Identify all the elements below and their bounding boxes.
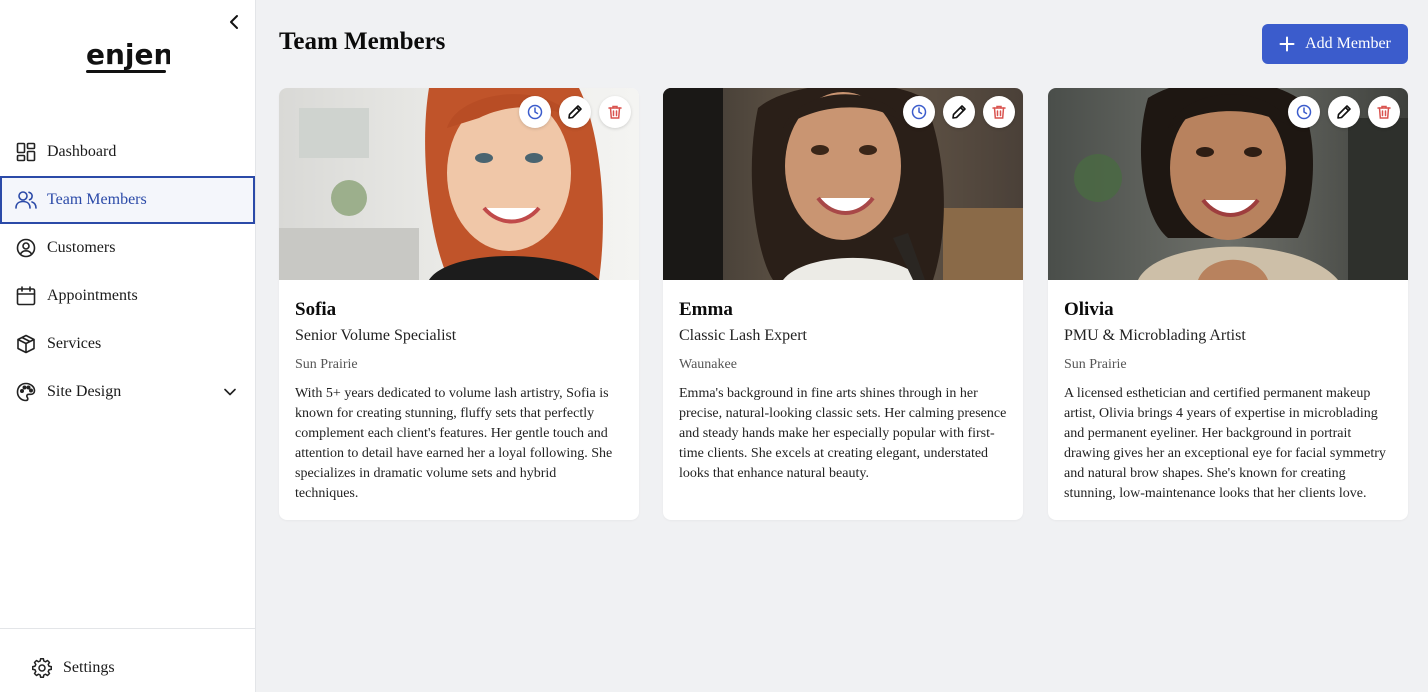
trash-icon bbox=[1377, 105, 1391, 119]
dashboard-grid-icon bbox=[15, 141, 37, 163]
palette-icon bbox=[15, 381, 37, 403]
users-icon bbox=[15, 189, 37, 211]
schedule-button[interactable] bbox=[1288, 96, 1320, 128]
schedule-button[interactable] bbox=[519, 96, 551, 128]
sidebar-item-label: Customers bbox=[47, 239, 116, 256]
sidebar: enjen Dashboard Team Members Customers A… bbox=[0, 0, 256, 692]
delete-button[interactable] bbox=[599, 96, 631, 128]
calendar-icon bbox=[15, 285, 37, 307]
add-member-label: Add Member bbox=[1305, 35, 1391, 52]
chevron-left-icon bbox=[230, 15, 238, 29]
member-name: Olivia bbox=[1064, 299, 1114, 320]
member-role: Senior Volume Specialist bbox=[295, 327, 457, 344]
pencil-icon bbox=[1337, 105, 1351, 119]
member-role: Classic Lash Expert bbox=[679, 327, 807, 344]
team-members-grid: Sofia Senior Volume Specialist Sun Prair… bbox=[279, 88, 1408, 520]
edit-button[interactable] bbox=[1328, 96, 1360, 128]
package-icon bbox=[15, 333, 37, 355]
sidebar-item-customers[interactable]: Customers bbox=[0, 224, 256, 272]
member-photo bbox=[1048, 88, 1408, 280]
edit-button[interactable] bbox=[943, 96, 975, 128]
sidebar-nav: Dashboard Team Members Customers Appoint… bbox=[0, 128, 256, 416]
member-card-emma: Emma Classic Lash Expert Waunakee Emma's… bbox=[663, 88, 1023, 520]
member-card-sofia: Sofia Senior Volume Specialist Sun Prair… bbox=[279, 88, 639, 520]
brand-logo[interactable]: enjen bbox=[86, 36, 173, 76]
logo-text: enjen bbox=[86, 38, 170, 71]
clock-icon bbox=[1296, 104, 1312, 120]
member-bio: With 5+ years dedicated to volume lash a… bbox=[295, 386, 613, 501]
member-info: Sofia Senior Volume Specialist Sun Prair… bbox=[279, 280, 639, 504]
sidebar-item-label: Team Members bbox=[47, 191, 147, 208]
sidebar-item-label: Site Design bbox=[47, 383, 122, 400]
member-role: PMU & Microblading Artist bbox=[1064, 327, 1246, 344]
page-title: Team Members bbox=[279, 28, 446, 55]
sidebar-item-site-design[interactable]: Site Design bbox=[0, 368, 256, 416]
member-location: Sun Prairie bbox=[295, 357, 358, 372]
sidebar-item-label: Dashboard bbox=[47, 143, 117, 160]
trash-icon bbox=[608, 105, 622, 119]
sidebar-item-label: Services bbox=[47, 335, 102, 352]
settings-label: Settings bbox=[63, 659, 115, 676]
delete-button[interactable] bbox=[1368, 96, 1400, 128]
plus-icon bbox=[1279, 36, 1295, 52]
member-name: Sofia bbox=[295, 299, 337, 320]
sidebar-item-team-members[interactable]: Team Members bbox=[0, 176, 255, 224]
member-card-olivia: Olivia PMU & Microblading Artist Sun Pra… bbox=[1048, 88, 1408, 520]
member-name: Emma bbox=[679, 299, 733, 320]
sidebar-item-appointments[interactable]: Appointments bbox=[0, 272, 256, 320]
sidebar-item-label: Appointments bbox=[47, 287, 138, 304]
schedule-button[interactable] bbox=[903, 96, 935, 128]
sidebar-item-services[interactable]: Services bbox=[0, 320, 256, 368]
gear-icon bbox=[31, 657, 53, 679]
chevron-down-icon[interactable] bbox=[220, 382, 240, 402]
pencil-icon bbox=[952, 105, 966, 119]
member-bio: A licensed esthetician and certified per… bbox=[1064, 386, 1386, 501]
member-bio: Emma's background in fine arts shines th… bbox=[679, 386, 1007, 481]
member-info: Emma Classic Lash Expert Waunakee Emma's… bbox=[663, 280, 1023, 484]
user-circle-icon bbox=[15, 237, 37, 259]
main-content: Team Members Add Member Sofia Senior Vol… bbox=[256, 0, 1428, 692]
member-photo bbox=[663, 88, 1023, 280]
add-member-button[interactable]: Add Member bbox=[1262, 24, 1408, 64]
sidebar-item-settings[interactable]: Settings bbox=[31, 657, 115, 679]
collapse-sidebar-button[interactable] bbox=[224, 12, 244, 32]
delete-button[interactable] bbox=[983, 96, 1015, 128]
pencil-icon bbox=[568, 105, 582, 119]
member-info: Olivia PMU & Microblading Artist Sun Pra… bbox=[1048, 280, 1408, 504]
sidebar-footer: Settings bbox=[0, 628, 255, 692]
clock-icon bbox=[527, 104, 543, 120]
member-photo bbox=[279, 88, 639, 280]
sidebar-item-dashboard[interactable]: Dashboard bbox=[0, 128, 256, 176]
member-location: Waunakee bbox=[679, 357, 737, 372]
edit-button[interactable] bbox=[559, 96, 591, 128]
member-location: Sun Prairie bbox=[1064, 357, 1127, 372]
trash-icon bbox=[992, 105, 1006, 119]
clock-icon bbox=[911, 104, 927, 120]
